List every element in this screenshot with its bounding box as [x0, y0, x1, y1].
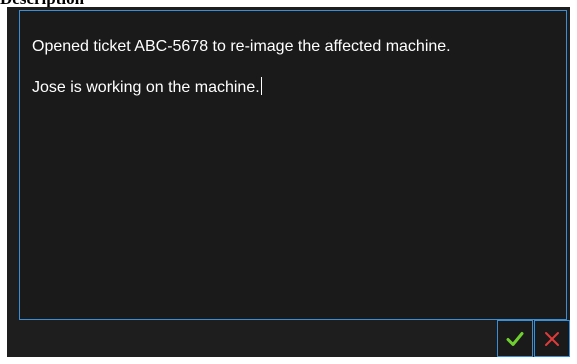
paragraph-assignee: Jose is working on the machine. [32, 77, 522, 98]
paragraph-ticket: Opened ticket ABC-5678 to re-image the a… [32, 38, 451, 55]
checkmark-icon [506, 331, 524, 346]
cancel-button[interactable] [534, 320, 570, 357]
confirm-button[interactable] [497, 320, 533, 357]
text-cursor [260, 77, 262, 95]
editor-panel: Opened ticket ABC-5678 to re-image the a… [7, 7, 570, 357]
x-icon [545, 331, 559, 346]
description-textarea[interactable]: Opened ticket ABC-5678 to re-image the a… [19, 10, 567, 320]
page: Description Opened ticket ABC-5678 to re… [0, 0, 577, 364]
paragraph-assignee-text: Jose is working on the machine. [32, 79, 260, 96]
